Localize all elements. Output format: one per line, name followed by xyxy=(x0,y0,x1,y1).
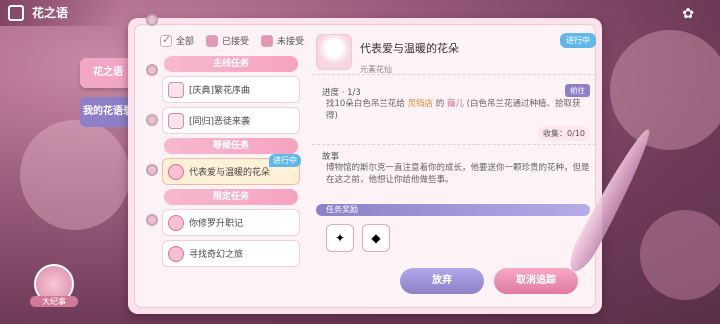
avatar-icon xyxy=(168,214,184,231)
book-rings xyxy=(146,14,158,264)
section-wait-quests: 等候任务 xyxy=(164,138,298,154)
collect-counter: 收集：0/10 xyxy=(538,126,590,141)
filter-unaccepted[interactable]: 未接受 xyxy=(261,34,304,47)
list-item-label: 代表爱与温暖的花朵 xyxy=(189,168,271,178)
filter-all-label: 全部 xyxy=(176,37,195,47)
section-main-quests: 主线任务 xyxy=(164,56,298,72)
notebook-icon xyxy=(8,5,24,21)
background-flower xyxy=(610,30,720,150)
gift-box-icon[interactable]: ◆ xyxy=(362,224,390,252)
list-item-label: [同归]恶徒来袭 xyxy=(189,117,251,127)
list-item[interactable]: 你修罗升职记 xyxy=(162,209,300,236)
status-badge: 进行中 xyxy=(560,33,596,48)
filter-unaccepted-label: 未接受 xyxy=(277,37,305,47)
list-item-selected[interactable]: 代表爱与温暖的花朵 进行中 xyxy=(162,154,301,185)
quest-portrait xyxy=(316,34,352,70)
checkbox-checked-icon xyxy=(160,33,172,47)
quest-header: 代表爱与温暖的花朵 元素花仙 xyxy=(316,34,459,75)
story-label: 故事 xyxy=(322,152,340,162)
cancel-tracking-button[interactable]: 取消追踪 xyxy=(494,268,578,294)
goto-button[interactable]: 前往 xyxy=(565,84,590,97)
flower-icon xyxy=(168,163,184,180)
quest-icon xyxy=(168,112,184,129)
abandon-button[interactable]: 放弃 xyxy=(400,268,484,294)
flower-menu-icon[interactable]: ✿ xyxy=(682,6,694,22)
app-title-bar: 花之语 xyxy=(0,0,120,26)
list-item-label: [庆典]繁花序曲 xyxy=(189,86,251,96)
list-item[interactable]: [庆典]繁花序曲 xyxy=(162,76,300,103)
quest-filter-bar: 全部 已接受 未接受 xyxy=(160,33,304,47)
progress-label: 进度 · 1/3 xyxy=(322,88,361,98)
checkbox-icon xyxy=(261,34,274,47)
list-item[interactable]: [同归]恶徒来袭 xyxy=(162,107,300,134)
list-item[interactable]: 寻找奇幻之旅 xyxy=(162,240,300,267)
status-badge: 进行中 xyxy=(269,154,301,167)
app-title: 花之语 xyxy=(32,6,69,20)
reward-header: 任务奖励 xyxy=(316,204,590,216)
divider xyxy=(312,144,596,145)
story-text: 博物馆的斯尔克一直注意着你的成长，他要送你一颗珍贵的花种，但是在这之前，他想让你… xyxy=(326,163,590,185)
checkbox-icon xyxy=(206,34,219,47)
quest-detail: 代表爱与温暖的花朵 元素花仙 进行中 进度 · 1/3 前往 找10朵白色吊兰花… xyxy=(312,30,596,308)
progress-text: 的 xyxy=(433,99,447,109)
npc-link[interactable]: 薇儿 xyxy=(447,99,464,109)
quest-icon xyxy=(168,81,184,98)
filter-all[interactable]: 全部 xyxy=(160,33,195,47)
quest-list: 主线任务 [庆典]繁花序曲 [同归]恶徒来袭 等候任务 代表爱与温暖的花朵 进行… xyxy=(160,52,302,310)
place-link[interactable]: 灵铛店 xyxy=(408,99,434,109)
background-flower xyxy=(640,210,720,300)
chronicle-label[interactable]: 大纪事 xyxy=(30,296,78,307)
quest-title: 代表爱与温暖的花朵 xyxy=(360,42,459,55)
progress-text: 找10朵白色吊兰花给 xyxy=(326,99,408,109)
section-limited-quests: 限定任务 xyxy=(164,189,298,205)
avatar-icon xyxy=(168,245,184,262)
list-item-label: 寻找奇幻之旅 xyxy=(189,250,244,260)
filter-accepted-label: 已接受 xyxy=(222,37,250,47)
progress-description: 找10朵白色吊兰花给 灵铛店 的 薇儿 (白色吊兰花通过种植、拾取获得) xyxy=(326,98,590,122)
background-flower xyxy=(20,120,130,230)
divider xyxy=(312,74,596,75)
list-item-label: 你修罗升职记 xyxy=(189,219,244,229)
filter-accepted[interactable]: 已接受 xyxy=(206,34,249,47)
wand-icon[interactable]: ✦ xyxy=(326,224,354,252)
